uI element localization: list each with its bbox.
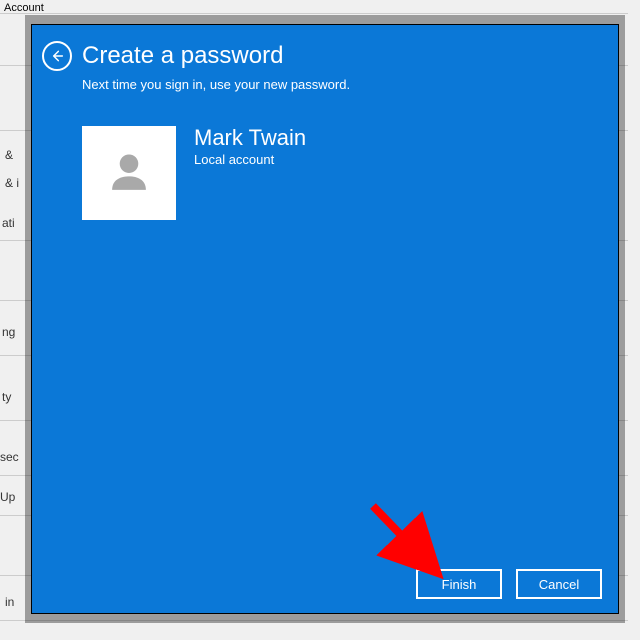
bg-text-fragment: in [5, 595, 14, 609]
bg-text-fragment: sec [0, 450, 19, 464]
bg-text-fragment: ty [2, 390, 11, 404]
account-type: Local account [194, 152, 306, 167]
bg-text-fragment: ati [2, 216, 15, 230]
modal-title: Create a password [82, 42, 283, 70]
avatar [82, 126, 176, 220]
modal-subtitle: Next time you sign in, use your new pass… [32, 73, 618, 92]
cancel-button[interactable]: Cancel [516, 569, 602, 599]
create-password-modal: Create a password Next time you sign in,… [31, 24, 619, 614]
back-button[interactable] [42, 41, 72, 71]
bg-text-fragment: ng [2, 325, 15, 339]
user-icon [102, 146, 156, 200]
bg-text-fragment: Up [0, 490, 15, 504]
user-name: Mark Twain [194, 126, 306, 150]
bg-text-fragment: & i [5, 176, 19, 190]
user-info-block: Mark Twain Local account [82, 126, 608, 220]
arrow-left-icon [49, 48, 65, 64]
finish-button[interactable]: Finish [416, 569, 502, 599]
bg-text-fragment: & [5, 148, 13, 162]
